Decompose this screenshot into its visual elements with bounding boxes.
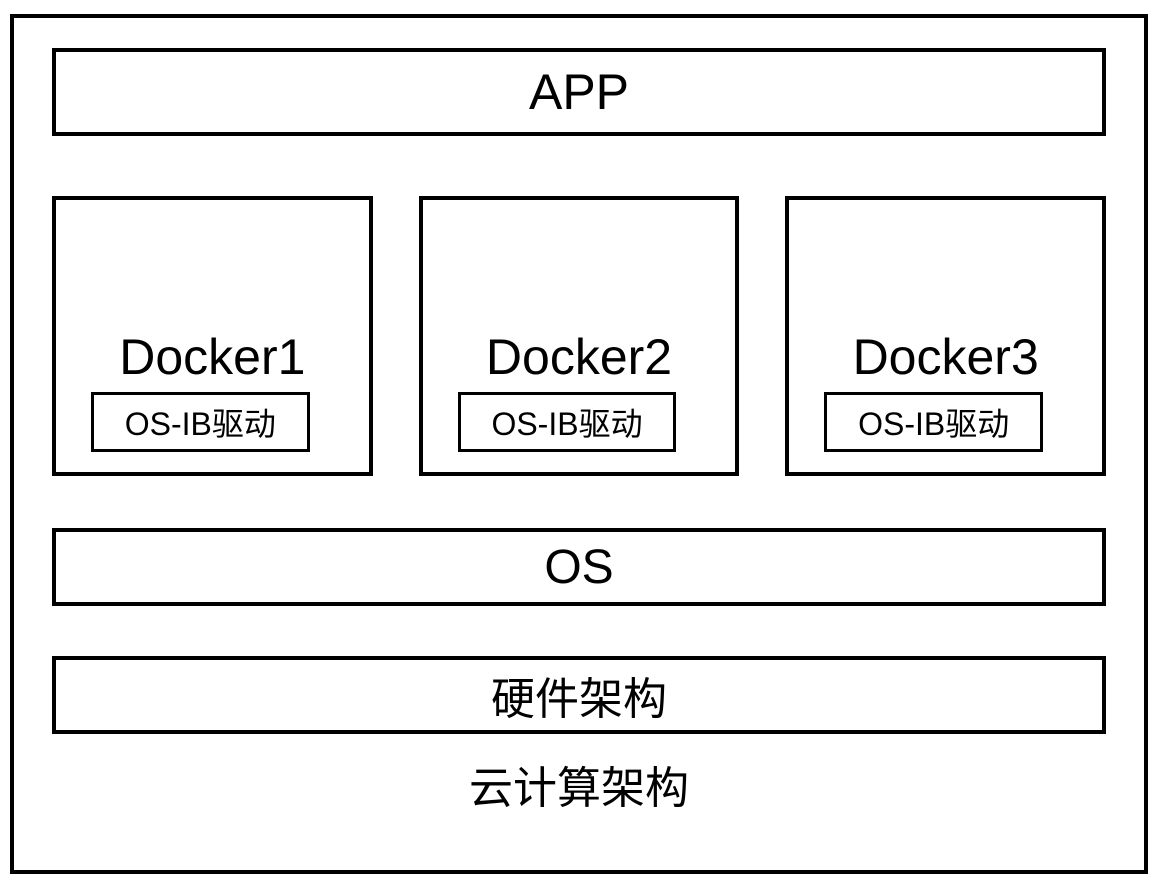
driver-label: OS-IB驱动 <box>491 399 642 445</box>
docker-box-2: Docker2 OS-IB驱动 <box>419 196 740 476</box>
hardware-layer-box: 硬件架构 <box>52 656 1106 734</box>
driver-box: OS-IB驱动 <box>824 392 1043 452</box>
cloud-label-text: 云计算架构 <box>469 764 689 813</box>
driver-label: OS-IB驱动 <box>858 399 1009 445</box>
cloud-architecture-label: 云计算架构 <box>52 746 1106 816</box>
docker-title: Docker1 <box>119 328 305 386</box>
app-layer-label: APP <box>529 63 629 121</box>
driver-box: OS-IB驱动 <box>91 392 310 452</box>
docker-box-1: Docker1 OS-IB驱动 <box>52 196 373 476</box>
os-layer-box: OS <box>52 528 1106 606</box>
docker-box-3: Docker3 OS-IB驱动 <box>785 196 1106 476</box>
os-layer-label: OS <box>544 540 613 595</box>
driver-box: OS-IB驱动 <box>458 392 677 452</box>
docker-title: Docker2 <box>486 328 672 386</box>
cloud-architecture-container: APP Docker1 OS-IB驱动 Docker2 OS-IB驱动 Dock… <box>10 14 1148 874</box>
hardware-layer-label: 硬件架构 <box>491 663 667 727</box>
docker-row: Docker1 OS-IB驱动 Docker2 OS-IB驱动 Docker3 … <box>52 196 1106 476</box>
docker-title: Docker3 <box>853 328 1039 386</box>
driver-label: OS-IB驱动 <box>125 399 276 445</box>
app-layer-box: APP <box>52 48 1106 136</box>
